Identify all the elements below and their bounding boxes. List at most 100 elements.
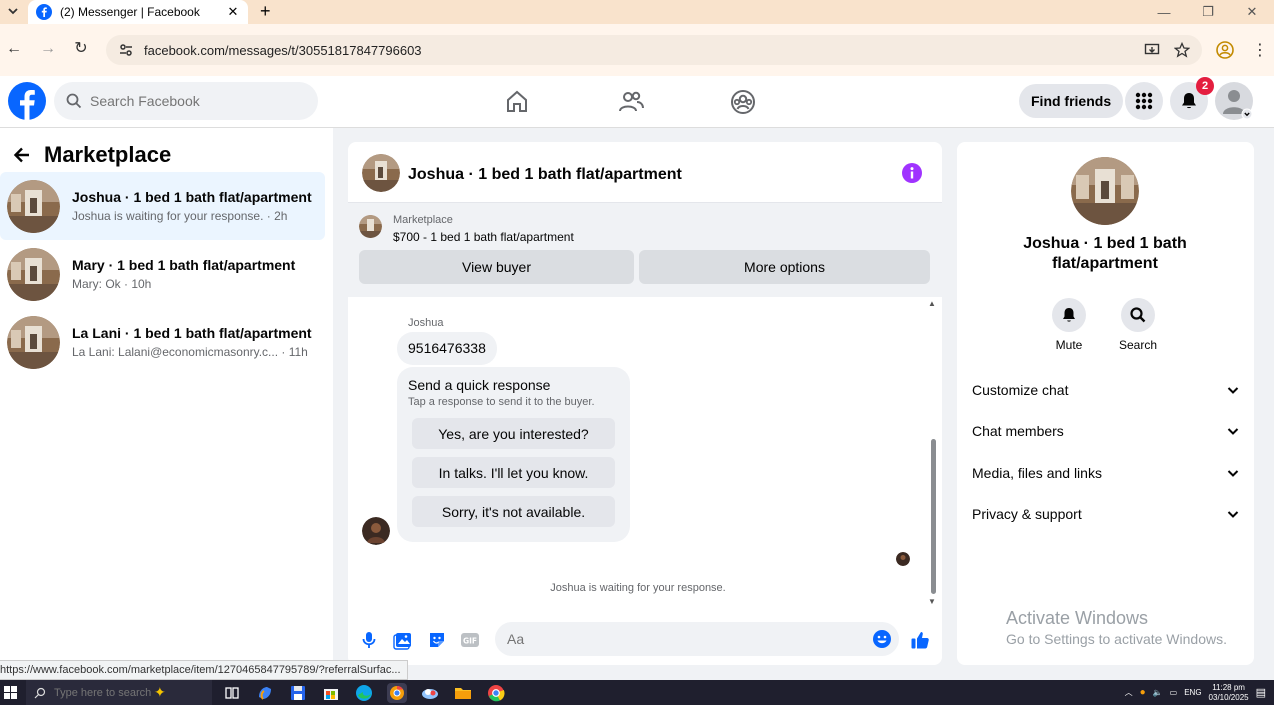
chevron-down-icon: [1227, 470, 1239, 477]
windows-taskbar: ✦ ︿ ● 🔈 ▭ ENG 11:28 pm 03/10/2025 ▤: [0, 680, 1274, 705]
tab-close-icon[interactable]: ✕: [226, 4, 240, 20]
bookmark-star-icon[interactable]: [1174, 42, 1190, 58]
quick-response-card: Send a quick response Tap a response to …: [397, 367, 630, 542]
find-friends-button[interactable]: Find friends: [1019, 84, 1124, 118]
task-view-icon[interactable]: [222, 683, 242, 703]
menu-button[interactable]: [1125, 82, 1163, 120]
facebook-header: Find friends 2: [0, 76, 1274, 128]
conversation-item-joshua[interactable]: Joshua · 1 bed 1 bath flat/apartment Jos…: [0, 172, 325, 240]
emoji-icon[interactable]: [872, 629, 892, 649]
tray-overflow-chevron-icon[interactable]: ︿: [1125, 687, 1133, 698]
message-scrollbar[interactable]: ▲ ▼: [928, 299, 938, 606]
account-avatar[interactable]: [1215, 82, 1253, 120]
notification-center-icon[interactable]: ▤: [1256, 686, 1266, 699]
edge-browser-icon[interactable]: [354, 683, 374, 703]
back-arrow-icon[interactable]: ←: [4, 39, 24, 59]
quick-response-in-talks-button[interactable]: In talks. I'll let you know.: [412, 457, 615, 488]
language-indicator[interactable]: ENG: [1184, 688, 1201, 697]
back-arrow-icon[interactable]: [12, 145, 32, 165]
facebook-search-input[interactable]: [90, 93, 290, 109]
mute-action[interactable]: Mute: [1039, 298, 1099, 352]
tab-search-chevron-icon[interactable]: [6, 4, 20, 18]
conversation-preview: La Lani: Lalani@economicmasonry.c... · 1…: [72, 345, 308, 359]
listing-thumbnail[interactable]: [1071, 157, 1139, 225]
reload-icon[interactable]: ↻: [71, 39, 91, 59]
view-buyer-button[interactable]: View buyer: [359, 250, 634, 284]
grid-menu-icon: [1135, 92, 1153, 110]
minimize-icon[interactable]: —: [1142, 0, 1186, 24]
site-settings-icon[interactable]: [118, 42, 134, 58]
taskbar-search-input[interactable]: [54, 686, 154, 699]
quick-response-yes-button[interactable]: Yes, are you interested?: [412, 418, 615, 449]
scroll-up-arrow-icon[interactable]: ▲: [928, 299, 936, 308]
listing-thumbnail: [7, 179, 60, 233]
conversation-item-mary[interactable]: Mary · 1 bed 1 bath flat/apartment Mary:…: [0, 240, 325, 308]
conversation-preview: Mary: Ok · 10h: [72, 277, 152, 291]
sticker-icon[interactable]: [427, 630, 447, 650]
search-action[interactable]: Search: [1108, 298, 1168, 352]
file-explorer-icon[interactable]: [453, 683, 473, 703]
taskbar-clock[interactable]: 11:28 pm 03/10/2025: [1209, 683, 1249, 703]
copilot-sparkle-icon[interactable]: ✦: [154, 684, 166, 701]
message-bubble[interactable]: 9516476338: [397, 332, 497, 365]
facebook-search-box[interactable]: [54, 82, 318, 120]
section-label: Privacy & support: [972, 506, 1082, 522]
system-tray: ︿ ● 🔈 ▭ ENG 11:28 pm 03/10/2025 ▤: [1125, 680, 1266, 705]
conversation-item-la-lani[interactable]: La Lani · 1 bed 1 bath flat/apartment La…: [0, 308, 325, 376]
taskbar-search[interactable]: ✦: [26, 680, 212, 705]
install-app-icon[interactable]: [1144, 42, 1160, 58]
media-files-links-row[interactable]: Media, files and links: [972, 461, 1240, 485]
mute-label: Mute: [1055, 338, 1083, 352]
new-tab-icon[interactable]: +: [260, 1, 271, 22]
chat-members-row[interactable]: Chat members: [972, 419, 1240, 443]
photo-attach-icon[interactable]: [393, 630, 413, 650]
listing-thumbnail: [7, 247, 60, 301]
info-icon[interactable]: [902, 163, 922, 183]
copilot-app-icon[interactable]: [255, 683, 275, 703]
scroll-down-arrow-icon[interactable]: ▼: [928, 597, 936, 606]
quick-response-not-available-button[interactable]: Sorry, it's not available.: [412, 496, 615, 527]
search-icon: [66, 93, 82, 109]
speaker-icon[interactable]: 🔈: [1153, 688, 1163, 697]
default-avatar-icon: [1223, 90, 1253, 120]
bell-icon: [1063, 308, 1075, 322]
restore-icon[interactable]: ❐: [1186, 0, 1230, 24]
windows-start-icon[interactable]: [4, 686, 17, 699]
message-input[interactable]: [495, 622, 899, 656]
microphone-icon[interactable]: [359, 630, 379, 650]
bell-icon: [1182, 93, 1196, 109]
notifications-button[interactable]: 2: [1170, 77, 1214, 120]
friends-icon[interactable]: [617, 88, 645, 116]
network-icon[interactable]: ▭: [1170, 688, 1178, 697]
address-bar[interactable]: facebook.com/messages/t/3055181784779660…: [106, 35, 1202, 65]
chrome-active-icon[interactable]: [387, 683, 407, 703]
conversation-list-panel: Marketplace Joshua · 1 bed 1 bath flat/a…: [0, 128, 333, 680]
browser-menu-icon[interactable]: ⋮: [1252, 40, 1268, 60]
sender-avatar[interactable]: [362, 517, 390, 545]
gif-icon[interactable]: GIF: [460, 630, 480, 650]
home-icon[interactable]: [503, 88, 531, 116]
privacy-support-row[interactable]: Privacy & support: [972, 502, 1240, 526]
facebook-logo-icon[interactable]: [8, 82, 46, 120]
listing-thumbnail[interactable]: [362, 154, 400, 192]
more-options-button[interactable]: More options: [639, 250, 930, 284]
like-thumb-icon[interactable]: [910, 630, 930, 650]
chrome-icon[interactable]: [486, 683, 506, 703]
scrollbar-thumb[interactable]: [931, 439, 936, 594]
groups-icon[interactable]: [729, 88, 757, 116]
save-app-icon[interactable]: [288, 683, 308, 703]
chat-title[interactable]: Joshua · 1 bed 1 bath flat/apartment: [408, 166, 682, 184]
weather-icon[interactable]: ●: [1140, 687, 1146, 698]
conversation-preview: Joshua is waiting for your response. · 2…: [72, 209, 288, 223]
remote-app-icon[interactable]: [420, 683, 440, 703]
customize-chat-row[interactable]: Customize chat: [972, 378, 1240, 402]
microsoft-store-icon[interactable]: [321, 683, 341, 703]
profile-icon[interactable]: [1216, 41, 1234, 59]
quick-response-title: Send a quick response: [408, 377, 551, 393]
waiting-note: Joshua is waiting for your response.: [550, 582, 726, 594]
close-window-icon[interactable]: ✕: [1230, 0, 1274, 24]
browser-tab[interactable]: (2) Messenger | Facebook ✕: [28, 0, 248, 24]
message-thread[interactable]: Joshua 9516476338 Send a quick response …: [348, 297, 942, 606]
forward-arrow-icon[interactable]: →: [38, 39, 58, 59]
listing-price-title[interactable]: $700 - 1 bed 1 bath flat/apartment: [393, 230, 574, 244]
